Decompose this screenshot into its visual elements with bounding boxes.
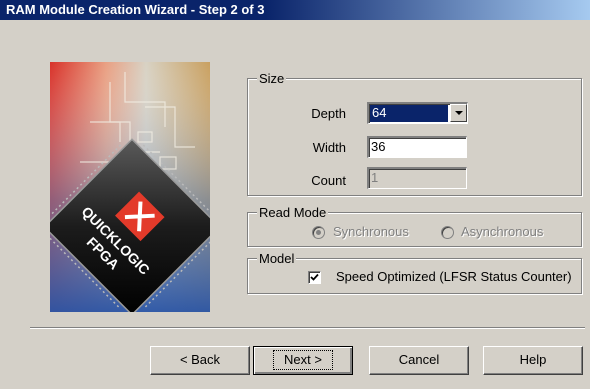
chevron-down-icon[interactable] <box>450 104 467 122</box>
width-label: Width <box>312 140 346 155</box>
size-legend: Size <box>257 71 287 87</box>
title-bar: RAM Module Creation Wizard - Step 2 of 3 <box>0 0 590 20</box>
help-button[interactable]: Help <box>483 346 583 375</box>
speed-optimized-checkbox[interactable] <box>308 271 321 284</box>
next-button[interactable]: Next > <box>253 346 353 375</box>
width-field[interactable]: 36 <box>367 136 467 158</box>
depth-dropdown[interactable]: 64 <box>367 102 468 124</box>
next-button-label: Next > <box>273 350 333 370</box>
synchronous-label: Synchronous <box>333 224 409 239</box>
separator <box>30 327 585 329</box>
depth-value: 64 <box>370 105 448 122</box>
count-field: 1 <box>367 167 467 189</box>
synchronous-radio <box>312 226 325 239</box>
depth-label: Depth <box>311 106 346 121</box>
read-mode-legend: Read Mode <box>257 205 329 221</box>
back-button[interactable]: < Back <box>150 346 250 375</box>
checkmark-icon <box>310 273 319 281</box>
quicklogic-fpga-chip-image: QUICKLOGIC FPGA <box>50 62 210 312</box>
cancel-button[interactable]: Cancel <box>369 346 469 375</box>
model-legend: Model <box>257 251 297 267</box>
window-title: RAM Module Creation Wizard - Step 2 of 3 <box>6 2 265 17</box>
count-label: Count <box>311 173 346 188</box>
speed-optimized-label[interactable]: Speed Optimized (LFSR Status Counter) <box>336 269 571 284</box>
asynchronous-radio <box>441 226 454 239</box>
asynchronous-label: Asynchronous <box>461 224 544 239</box>
